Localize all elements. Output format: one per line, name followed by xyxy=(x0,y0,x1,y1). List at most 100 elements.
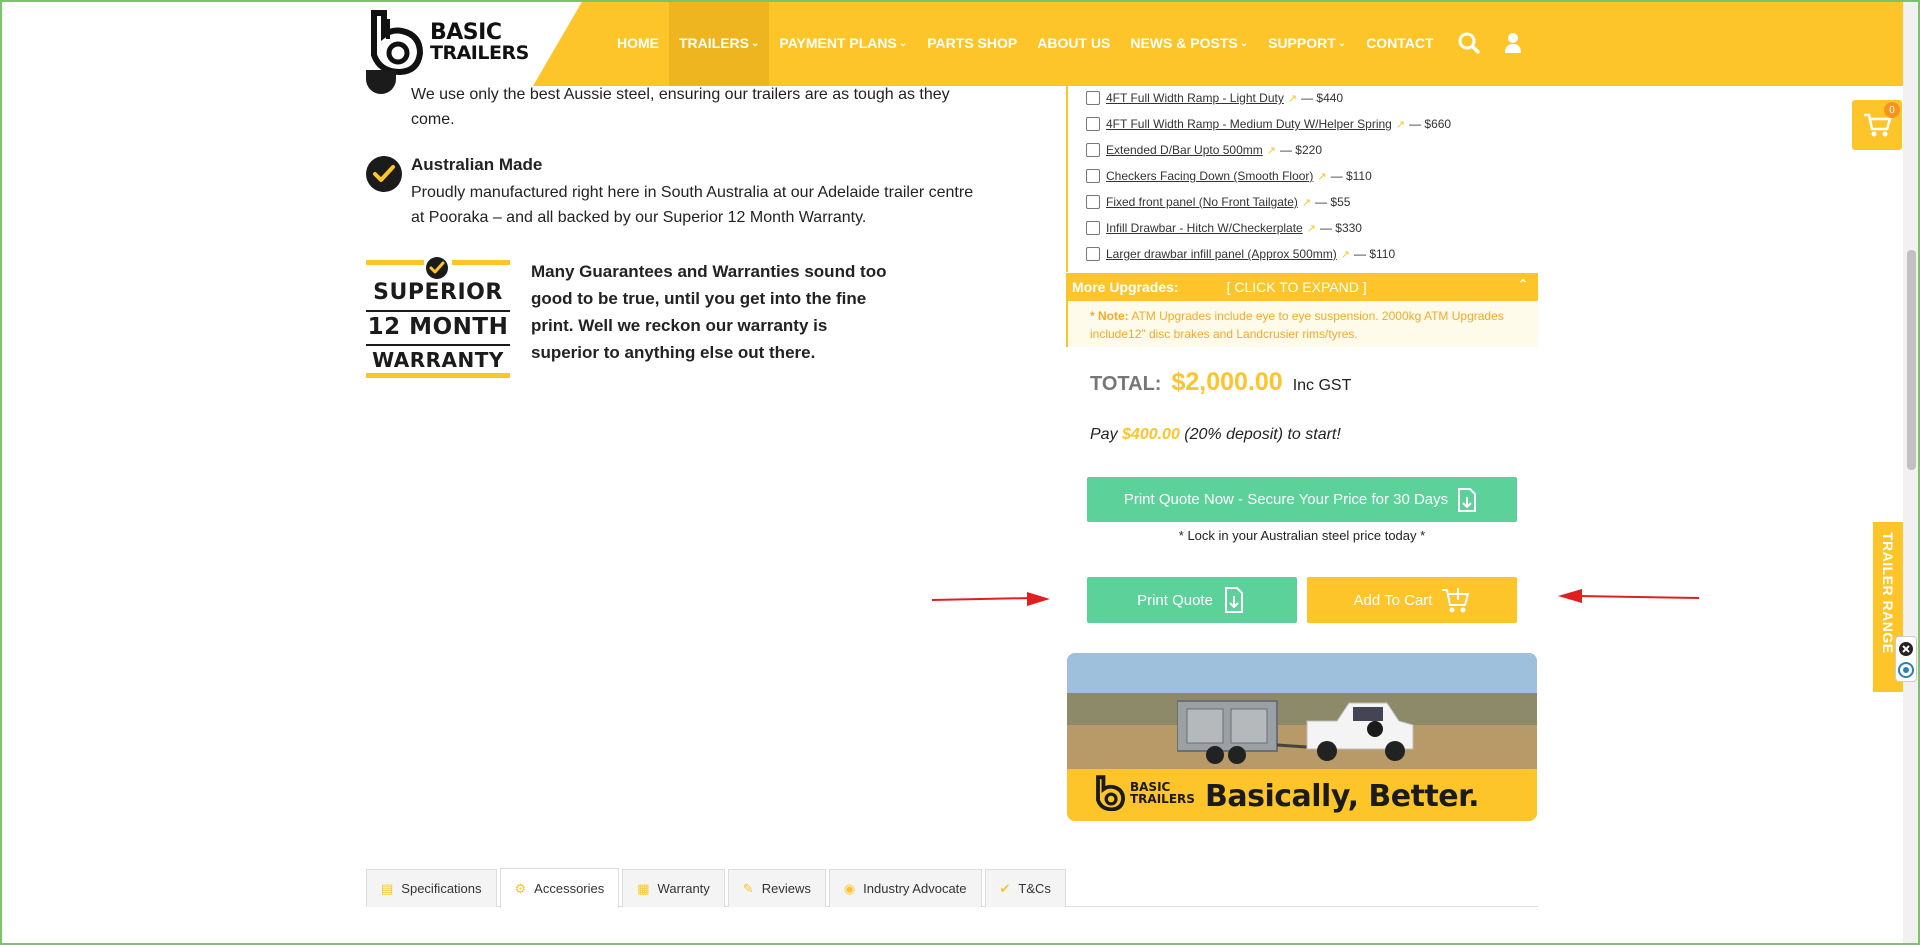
tab-accessories[interactable]: ⚙ Accessories xyxy=(499,868,620,908)
note-text: ATM Upgrades include eye to eye suspensi… xyxy=(1090,309,1504,341)
arrow-left-annotation-icon xyxy=(1558,589,1700,603)
tab-label: Warranty xyxy=(657,881,710,896)
tab-industry-advocate[interactable]: ◉ Industry Advocate xyxy=(828,869,982,907)
print-quote-button[interactable]: Print Quote xyxy=(1087,577,1297,623)
promo-banner[interactable]: BASIC TRAILERS Basically, Better. xyxy=(1067,653,1537,821)
steel-feature-text: We use only the best Aussie steel, ensur… xyxy=(411,86,950,128)
search-icon[interactable] xyxy=(1456,30,1482,56)
nav-home[interactable]: HOME xyxy=(607,0,669,86)
industry-advocate-icon: ◉ xyxy=(843,880,856,896)
tab-label: Accessories xyxy=(534,881,605,896)
accessory-row[interactable]: Extended D/Bar Upto 500mm ↗ — $220 xyxy=(1086,143,1322,157)
warranty-copy: Many Guarantees and Warranties sound too… xyxy=(531,262,887,362)
pdf-download-icon xyxy=(1224,587,1243,613)
accessories-icon: ⚙ xyxy=(514,880,527,896)
external-link-icon[interactable]: ↗ xyxy=(1317,170,1326,183)
accessory-price: — $110 xyxy=(1330,169,1372,183)
accessory-link[interactable]: Checkers Facing Down (Smooth Floor) xyxy=(1106,169,1313,183)
banner-logo-trailers: TRAILERS xyxy=(1130,792,1195,806)
deposit-amount: $400.00 xyxy=(1122,426,1180,443)
accessory-row[interactable]: Checkers Facing Down (Smooth Floor) ↗ — … xyxy=(1086,169,1372,183)
click-to-expand[interactable]: [ CLICK TO EXPAND ] xyxy=(1227,279,1367,295)
deposit-prefix: Pay xyxy=(1090,426,1123,443)
trailer-range-label: TRAILER RANGE xyxy=(1880,532,1896,654)
print-quote-now-button[interactable]: Print Quote Now - Secure Your Price for … xyxy=(1087,477,1517,522)
accessory-link[interactable]: Infill Drawbar - Hitch W/Checkerplate xyxy=(1106,221,1303,235)
arrow-right-annotation-icon xyxy=(932,592,1050,606)
nav-contact[interactable]: CONTACT xyxy=(1356,0,1443,86)
external-link-icon[interactable]: ↗ xyxy=(1307,222,1316,235)
accessory-checkbox[interactable] xyxy=(1086,143,1100,157)
accessory-link[interactable]: Larger drawbar infill panel (Approx 500m… xyxy=(1106,247,1337,261)
accessory-checkbox[interactable] xyxy=(1086,117,1100,131)
accessory-checkbox[interactable] xyxy=(1086,247,1100,261)
external-link-icon[interactable]: ↗ xyxy=(1288,92,1297,105)
chevron-down-icon: ⌄ xyxy=(1337,37,1347,49)
accessory-link[interactable]: 4FT Full Width Ramp - Light Duty xyxy=(1106,91,1284,105)
accessory-row[interactable]: Fixed front panel (No Front Tailgate) ↗ … xyxy=(1086,195,1350,209)
accessory-price: — $660 xyxy=(1409,117,1452,131)
tab-tcs[interactable]: ✔ T&Cs xyxy=(984,869,1066,907)
accessory-checkbox[interactable] xyxy=(1086,221,1100,235)
accessory-link[interactable]: Extended D/Bar Upto 500mm xyxy=(1106,143,1263,157)
total-gst: Inc GST xyxy=(1292,377,1352,394)
accessories-list: 4FT Full Width Ramp - Light Duty ↗ — $44… xyxy=(1066,86,1538,272)
accessory-checkbox[interactable] xyxy=(1086,169,1100,183)
accessory-checkbox[interactable] xyxy=(1086,91,1100,105)
nav-trailers[interactable]: TRAILERS ⌄ xyxy=(669,0,770,86)
deposit-suffix: (20% deposit) to start! xyxy=(1179,426,1341,443)
warranty-check-icon xyxy=(426,257,448,279)
accessory-row[interactable]: Larger drawbar infill panel (Approx 500m… xyxy=(1086,247,1395,261)
accessory-checkbox[interactable] xyxy=(1086,195,1100,209)
banner-logo: BASIC TRAILERS xyxy=(1093,775,1195,811)
logo-word-basic: BASIC xyxy=(430,19,502,45)
tab-label: Reviews xyxy=(761,881,811,896)
accessory-price: — $220 xyxy=(1279,143,1322,157)
tab-warranty[interactable]: ▦ Warranty xyxy=(622,869,725,907)
print-quote-label: Print Quote xyxy=(1137,591,1213,609)
accessibility-icon[interactable] xyxy=(1896,660,1916,680)
warranty-badge: SUPERIOR 12 MONTH WARRANTY xyxy=(366,256,510,378)
chevron-up-icon[interactable]: ⌃ xyxy=(1518,277,1528,291)
close-icon[interactable] xyxy=(1896,639,1916,659)
accessory-row[interactable]: 4FT Full Width Ramp - Medium Duty W/Help… xyxy=(1086,117,1451,131)
australian-made-text: Proudly manufactured right here in South… xyxy=(411,184,974,226)
nav-news-posts[interactable]: NEWS & POSTS ⌄ xyxy=(1120,0,1258,86)
lock-price-note: * Lock in your Australian steel price to… xyxy=(1178,528,1426,543)
add-to-cart-button[interactable]: Add To Cart xyxy=(1307,577,1517,623)
truck-trailer-image-icon xyxy=(1177,700,1414,764)
logo-b-icon xyxy=(371,10,424,75)
nav-support[interactable]: SUPPORT ⌄ xyxy=(1258,0,1356,86)
nav-about-us[interactable]: ABOUT US xyxy=(1027,0,1120,86)
accessory-row[interactable]: Infill Drawbar - Hitch W/Checkerplate ↗ … xyxy=(1086,221,1362,235)
page-scrollbar[interactable] xyxy=(1903,0,1920,945)
more-upgrades-toggle[interactable]: More Upgrades: [ CLICK TO EXPAND ] ⌃ xyxy=(1066,273,1538,301)
tcs-icon: ✔ xyxy=(999,880,1011,896)
external-link-icon[interactable]: ↗ xyxy=(1341,248,1350,261)
accessory-row[interactable]: 4FT Full Width Ramp - Light Duty ↗ — $44… xyxy=(1086,91,1343,105)
logo-word-trailers: TRAILERS xyxy=(430,41,529,64)
nav-parts-shop[interactable]: PARTS SHOP xyxy=(917,0,1027,86)
accessory-price: — $330 xyxy=(1319,221,1362,235)
badge-warranty: WARRANTY xyxy=(372,348,504,372)
user-icon[interactable] xyxy=(1500,30,1526,56)
tab-reviews[interactable]: ✎ Reviews xyxy=(727,869,826,907)
tab-label: T&Cs xyxy=(1018,881,1051,896)
floating-cart-button[interactable]: 0 xyxy=(1852,100,1902,150)
external-link-icon[interactable]: ↗ xyxy=(1396,118,1405,131)
external-link-icon[interactable]: ↗ xyxy=(1302,196,1311,209)
cart-count-badge: 0 xyxy=(1884,102,1900,118)
widget-mini-buttons xyxy=(1895,636,1917,682)
accessory-link[interactable]: Fixed front panel (No Front Tailgate) xyxy=(1106,195,1298,209)
print-quote-now-label: Print Quote Now - Secure Your Price for … xyxy=(1123,491,1449,508)
accessory-link[interactable]: 4FT Full Width Ramp - Medium Duty W/Help… xyxy=(1106,117,1392,131)
scrollbar-thumb[interactable] xyxy=(1907,250,1916,470)
total-value: $2,000.00 xyxy=(1171,368,1283,396)
specifications-icon: ▤ xyxy=(381,880,394,896)
nav-payment-plans[interactable]: PAYMENT PLANS ⌄ xyxy=(769,0,917,86)
external-link-icon[interactable]: ↗ xyxy=(1267,144,1276,157)
site-logo[interactable]: BASIC TRAILERS xyxy=(366,9,529,75)
steel-check-icon xyxy=(366,70,396,94)
tab-specifications[interactable]: ▤ Specifications xyxy=(366,869,497,907)
total-price: TOTAL: $2,000.00 Inc GST xyxy=(1090,368,1351,397)
